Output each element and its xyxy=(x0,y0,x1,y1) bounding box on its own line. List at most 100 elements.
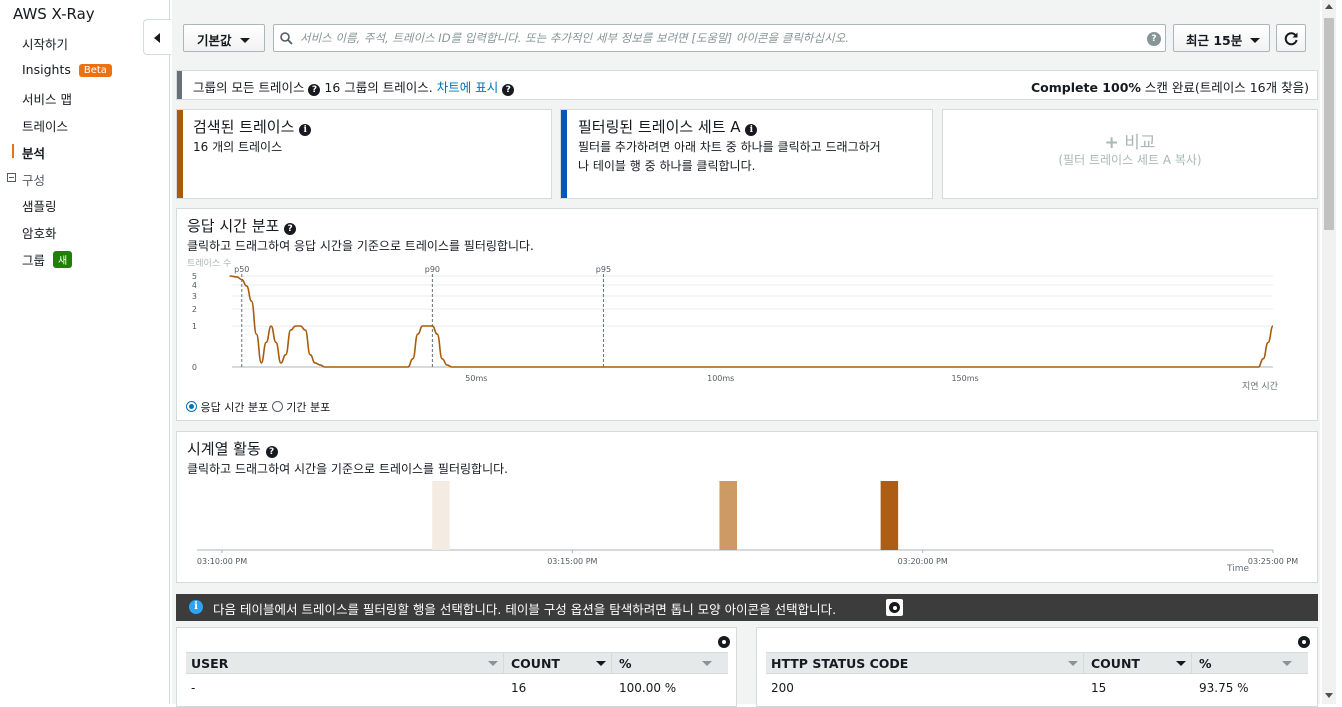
radio-response-time-label[interactable]: 응답 시간 분포 xyxy=(201,401,269,414)
active-indicator xyxy=(12,144,14,158)
x-tick-label: 100ms xyxy=(707,374,734,383)
percentile-label-p90: p90 xyxy=(425,265,440,274)
scrollbar-thumb[interactable] xyxy=(1324,18,1334,230)
compare-title-row: + 비교 xyxy=(943,128,1317,153)
time-series-chart[interactable]: 03:10:00 PM 03:15:00 PM 03:20:00 PM 03:25:0… xyxy=(177,432,1317,582)
sort-icon[interactable] xyxy=(1068,661,1078,666)
sidebar: AWS X-Ray 시작하기 Insights Beta 서비스 맵 트레이스 분… xyxy=(0,0,170,704)
gear-icon[interactable] xyxy=(718,636,730,648)
scroll-down-icon[interactable] xyxy=(1325,693,1333,698)
nav-encryption[interactable]: 암호화 xyxy=(22,223,57,242)
col-header-user[interactable]: USER xyxy=(191,656,228,671)
activity-bar xyxy=(432,481,450,550)
beta-badge: Beta xyxy=(78,64,112,77)
sort-icon[interactable] xyxy=(702,661,712,666)
nav-getting-started[interactable]: 시작하기 xyxy=(22,34,68,53)
nav-groups[interactable]: 그룹 새 xyxy=(22,250,73,269)
col-header-percent[interactable]: % xyxy=(1199,656,1212,671)
table-row[interactable]: - 16 100.00 % xyxy=(186,675,728,699)
info-icon[interactable]: i xyxy=(745,124,758,136)
nav-traces[interactable]: 트레이스 xyxy=(22,116,68,135)
main-content: 기본값 ? 최근 15분 그룹의 모든 트레이스 ? 16 그룹의 트레이스. … xyxy=(172,0,1320,707)
retrieved-accent xyxy=(177,110,183,198)
info-banner: i 다음 테이블에서 트레이스를 필터링할 행을 선택합니다. 테이블 구성 옵… xyxy=(176,594,1318,621)
search-input[interactable] xyxy=(298,29,1138,47)
refresh-button[interactable] xyxy=(1276,24,1306,52)
x-tick-label: 150ms xyxy=(951,374,978,383)
x-axis-title: Time xyxy=(1226,564,1249,574)
col-header-count[interactable]: COUNT xyxy=(1091,656,1140,671)
scan-complete-label: Complete 100% xyxy=(1031,80,1141,95)
http-status-table-panel: HTTP STATUS CODE COUNT % 200 15 93.75 % xyxy=(756,627,1318,707)
y-tick-label: 4 xyxy=(192,281,197,290)
help-icon[interactable]: ? xyxy=(502,84,515,96)
y-axis-title: 트레이스 수 xyxy=(187,258,231,269)
time-series-panel: 시계열 활동 ? 클릭하고 드래그하여 시간을 기준으로 트레이스를 필터링합니… xyxy=(176,431,1318,583)
show-in-chart-link[interactable]: 차트에 표시 xyxy=(437,80,498,95)
info-icon[interactable]: i xyxy=(299,124,312,136)
group-select[interactable]: 기본값 xyxy=(183,24,265,52)
compare-card[interactable]: + 비교 (필터 트레이스 세트 A 복사) xyxy=(942,109,1318,199)
radio-response-time[interactable] xyxy=(186,401,197,412)
app-title[interactable]: AWS X-Ray xyxy=(13,5,95,23)
nav-configuration[interactable]: 구성 xyxy=(22,170,45,189)
y-tick-label: 2 xyxy=(192,305,197,314)
activity-bar xyxy=(719,481,737,550)
nav-groups-label: 그룹 xyxy=(22,253,46,268)
sort-icon[interactable] xyxy=(1282,661,1292,666)
sort-desc-icon[interactable] xyxy=(596,661,606,666)
filtered-trace-set-card[interactable]: 필터링된 트레이스 세트 A i 필터를 추가하려면 아래 차트 중 하나를 클… xyxy=(560,109,933,199)
chevron-left-icon xyxy=(154,33,160,43)
gear-icon[interactable] xyxy=(1298,636,1310,648)
y-tick-label: 0 xyxy=(192,363,197,372)
response-time-panel: 응답 시간 분포 ? 클릭하고 드래그하여 응답 시간을 기준으로 트레이스를 … xyxy=(176,208,1318,421)
column-divider xyxy=(611,653,612,674)
sort-desc-icon[interactable] xyxy=(1176,661,1186,666)
cell-status-code: 200 xyxy=(771,681,794,695)
radio-duration[interactable] xyxy=(271,401,283,412)
cell-percent: 93.75 % xyxy=(1199,681,1249,695)
column-divider xyxy=(1191,653,1192,674)
col-header-percent[interactable]: % xyxy=(619,656,632,671)
compare-subtitle: (필터 트레이스 세트 A 복사) xyxy=(1058,153,1202,167)
series-line xyxy=(229,275,1274,368)
nav-analytics[interactable]: 분석 xyxy=(22,143,45,162)
status-accent xyxy=(177,71,182,99)
column-divider xyxy=(503,653,504,674)
x-axis-title: 지연 시간 xyxy=(1242,381,1278,392)
column-divider xyxy=(1083,653,1084,674)
distribution-radio-group: 응답 시간 분포 기간 분포 xyxy=(186,399,330,415)
help-icon[interactable]: ? xyxy=(308,84,321,96)
cell-count: 16 xyxy=(511,681,527,695)
filtered-hint-line2: 나 테이블 행 중 하나를 클릭합니다. xyxy=(578,159,756,173)
collapse-tree-icon[interactable] xyxy=(7,173,16,182)
page-scrollbar[interactable] xyxy=(1322,0,1336,704)
col-header-count[interactable]: COUNT xyxy=(511,656,560,671)
nav-insights-label: Insights xyxy=(22,62,71,77)
table-row[interactable]: 200 15 93.75 % xyxy=(766,675,1308,699)
table-settings-button[interactable] xyxy=(886,599,903,616)
search-box[interactable]: ? xyxy=(273,24,1166,52)
col-header-http-status[interactable]: HTTP STATUS CODE xyxy=(771,656,908,671)
retrieved-title: 검색된 트레이스 xyxy=(193,118,295,136)
sidebar-collapse-button[interactable] xyxy=(143,19,171,55)
http-status-table-header: HTTP STATUS CODE COUNT % xyxy=(766,652,1308,674)
retrieved-traces-card[interactable]: 검색된 트레이스 i 16 개의 트레이스 xyxy=(176,109,552,199)
info-icon: i xyxy=(189,600,203,614)
gear-icon xyxy=(889,602,900,613)
nav-service-map[interactable]: 서비스 맵 xyxy=(22,89,72,108)
scroll-up-icon[interactable] xyxy=(1325,4,1333,9)
y-tick-label: 3 xyxy=(192,292,197,301)
nav-sampling[interactable]: 샘플링 xyxy=(22,196,57,215)
sort-icon[interactable] xyxy=(488,661,498,666)
help-icon[interactable]: ? xyxy=(1147,32,1161,46)
group-info: 16 그룹의 트레이스. xyxy=(324,80,433,95)
time-range-select[interactable]: 최근 15분 xyxy=(1173,24,1270,52)
response-time-chart[interactable]: 0 1 2 3 45 트레이스 수p50 p90 p95 50ms 100ms 150ms 지연 시간 xyxy=(177,209,1317,420)
nav-insights[interactable]: Insights Beta xyxy=(22,62,112,77)
scan-status: Complete 100% 스캔 완료(트레이스 16개 찾음) xyxy=(1031,77,1309,96)
y-tick-label: 1 xyxy=(192,322,197,331)
status-text-row: 그룹의 모든 트레이스 ? 16 그룹의 트레이스. 차트에 표시 ? xyxy=(193,77,515,96)
radio-duration-label[interactable]: 기간 분포 xyxy=(286,401,330,414)
x-tick-label: 03:10:00 PM xyxy=(197,557,247,566)
